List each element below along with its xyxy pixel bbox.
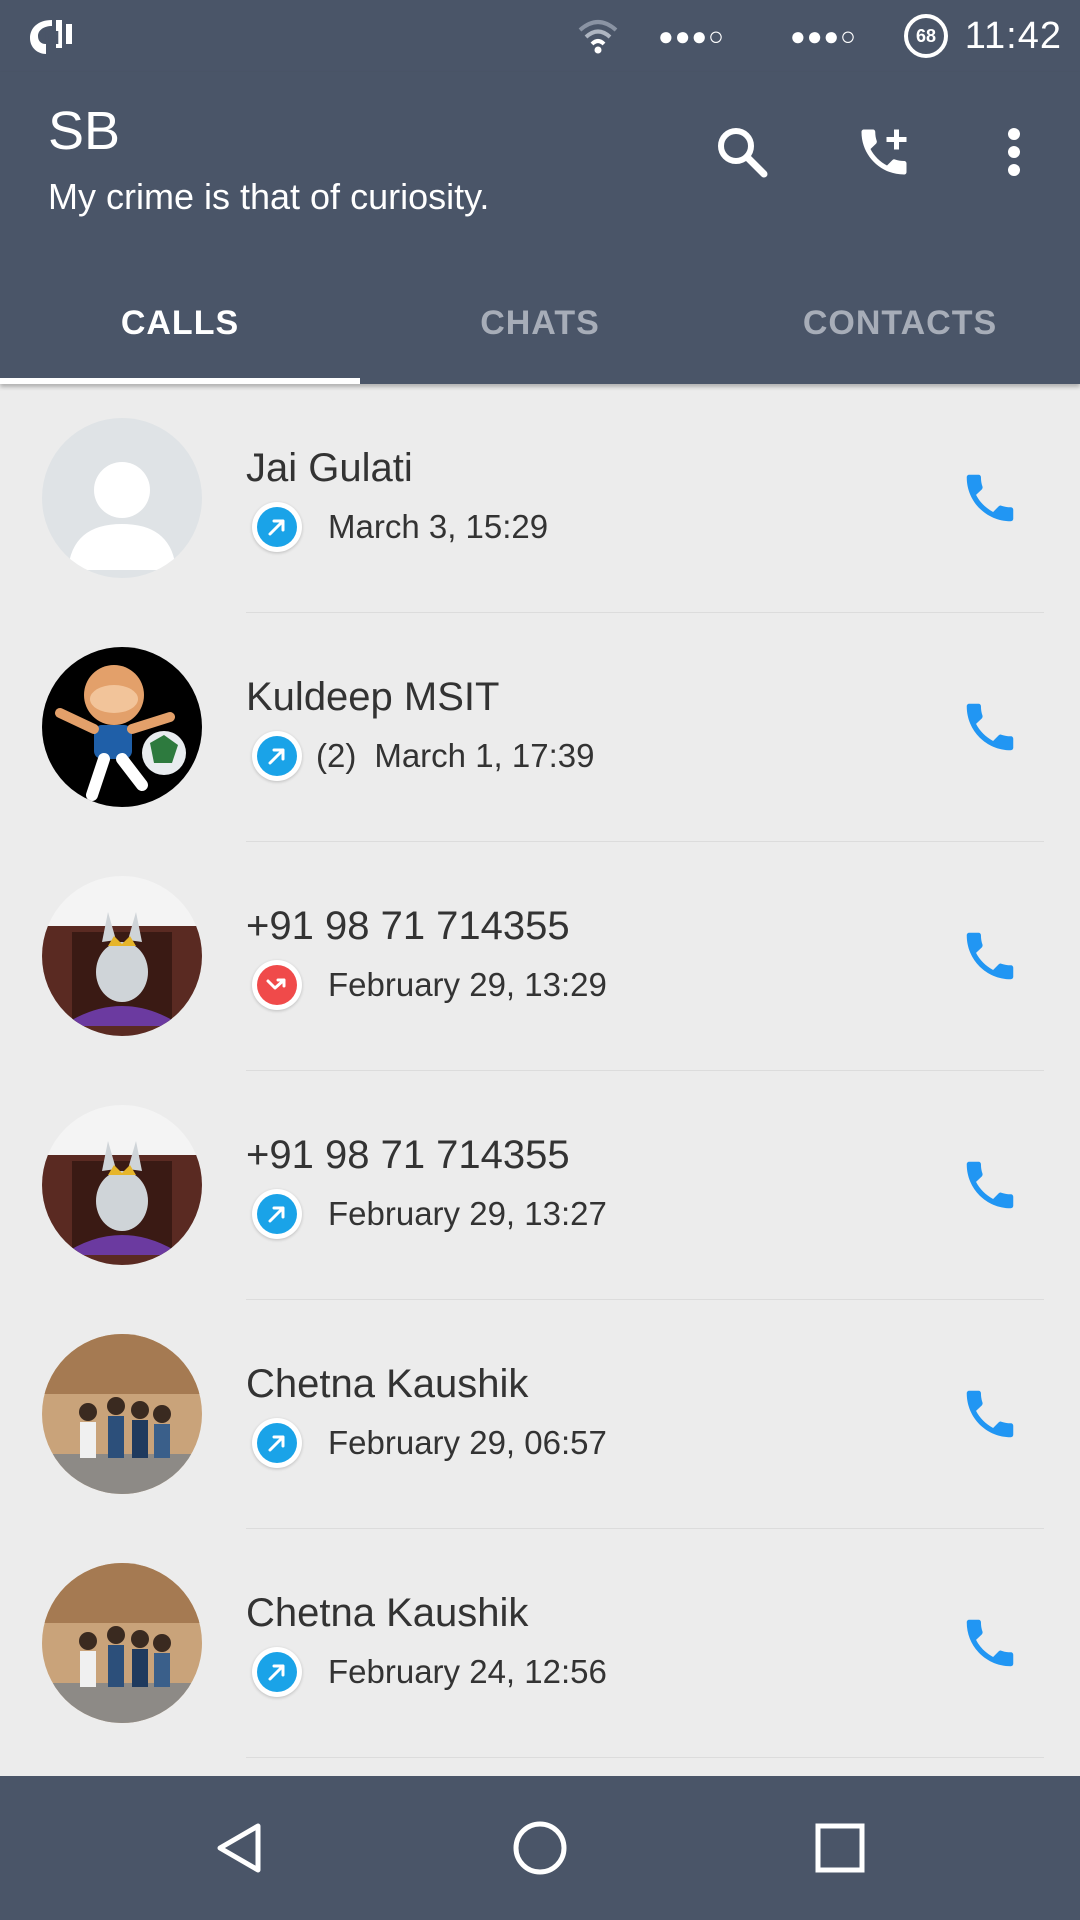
signal-strength-1: ●●●○ — [658, 20, 725, 51]
contact-name: Chetna Kaushik — [246, 1591, 529, 1635]
call-time: February 24, 12:56 — [328, 1653, 607, 1690]
add-call-icon[interactable] — [852, 120, 916, 184]
call-log-row[interactable]: Chetna Kaushik February 24, 12:56 — [0, 1529, 1080, 1758]
home-icon[interactable] — [506, 1814, 574, 1882]
tab-chats[interactable]: CHATS — [360, 262, 720, 384]
outgoing-call-icon — [252, 502, 302, 552]
call-log-row[interactable]: Jai Gulati March 3, 15:29 — [0, 384, 1080, 613]
default-avatar — [42, 418, 202, 578]
battery-level: 68 — [904, 14, 948, 58]
tab-bar: CALLS CHATS CONTACTS — [0, 262, 1080, 384]
missed-call-icon — [252, 960, 302, 1010]
tab-label: CALLS — [120, 303, 240, 342]
call-meta: (2) March 1, 17:39 — [252, 731, 594, 781]
profile-name[interactable]: SB — [48, 100, 120, 162]
call-time: March 1, 17:39 — [374, 737, 595, 774]
call-log-row[interactable]: Chetna Kaushik February 29, 06:57 — [0, 1300, 1080, 1529]
contact-avatar — [42, 1334, 202, 1494]
contact-name: Chetna Kaushik — [246, 1362, 529, 1406]
call-log-row[interactable]: +91 98 71 714355 February 29, 13:29 — [0, 842, 1080, 1071]
call-log-row[interactable]: +91 98 71 714355 February 29, 13:27 — [0, 1071, 1080, 1300]
contact-name: +91 98 71 714355 — [246, 904, 570, 948]
recents-icon[interactable] — [806, 1814, 874, 1882]
tab-label: CHATS — [480, 303, 600, 342]
app-bar: SB My crime is that of curiosity. CALLS … — [0, 72, 1080, 384]
outgoing-call-icon — [252, 1189, 302, 1239]
call-meta: February 29, 13:29 — [252, 960, 607, 1010]
call-count: (2) — [316, 737, 357, 774]
navigation-bar — [0, 1776, 1080, 1920]
profile-status[interactable]: My crime is that of curiosity. — [48, 176, 489, 218]
tab-calls[interactable]: CALLS — [0, 262, 360, 384]
call-meta: February 29, 06:57 — [252, 1418, 607, 1468]
call-meta: February 24, 12:56 — [252, 1647, 607, 1697]
call-meta: March 3, 15:29 — [252, 502, 548, 552]
call-list: Jai Gulati March 3, 15:29 Kuldeep MSIT (… — [0, 384, 1080, 1758]
contact-avatar — [42, 876, 202, 1036]
svg-text:M: M — [45, 28, 60, 48]
clock: 11:42 — [964, 14, 1062, 57]
more-options-icon[interactable] — [982, 120, 1046, 184]
outgoing-call-icon — [252, 1418, 302, 1468]
phone-call-icon[interactable] — [958, 1611, 1022, 1675]
contact-avatar — [42, 1105, 202, 1265]
phone-call-icon[interactable] — [958, 924, 1022, 988]
call-time: February 29, 13:29 — [328, 966, 607, 1003]
contact-name: Jai Gulati — [246, 446, 413, 490]
wifi-icon — [576, 0, 620, 72]
app-notification-icon: M — [26, 0, 78, 72]
call-time: February 29, 13:27 — [328, 1195, 607, 1232]
outgoing-call-icon — [252, 1647, 302, 1697]
call-time: February 29, 06:57 — [328, 1424, 607, 1461]
status-bar: M ●●●○ ●●●○ 68 11:42 — [0, 0, 1080, 72]
battery-icon: 68 — [904, 0, 948, 72]
search-icon[interactable] — [710, 120, 774, 184]
contact-name: Kuldeep MSIT — [246, 675, 500, 719]
phone-call-icon[interactable] — [958, 1382, 1022, 1446]
signal-strength-2: ●●●○ — [790, 20, 857, 51]
contact-name: +91 98 71 714355 — [246, 1133, 570, 1177]
call-log-row[interactable]: Kuldeep MSIT (2) March 1, 17:39 — [0, 613, 1080, 842]
tab-label: CONTACTS — [802, 303, 998, 342]
phone-call-icon[interactable] — [958, 1153, 1022, 1217]
contact-avatar — [42, 647, 202, 807]
contact-avatar — [42, 1563, 202, 1723]
phone-call-icon[interactable] — [958, 695, 1022, 759]
outgoing-call-icon — [252, 731, 302, 781]
back-icon[interactable] — [206, 1814, 274, 1882]
call-meta: February 29, 13:27 — [252, 1189, 607, 1239]
row-divider — [246, 1757, 1044, 1758]
call-time: March 3, 15:29 — [328, 508, 549, 545]
tab-contacts[interactable]: CONTACTS — [720, 262, 1080, 384]
phone-call-icon[interactable] — [958, 466, 1022, 530]
